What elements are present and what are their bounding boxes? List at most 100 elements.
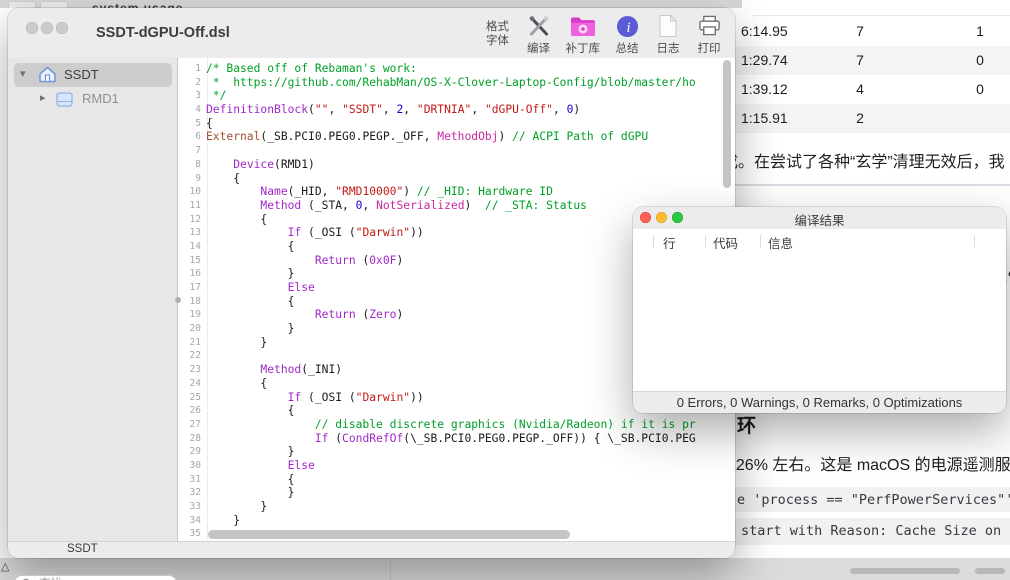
line-number: 16 bbox=[179, 267, 206, 281]
section-divider bbox=[724, 184, 1010, 186]
line-number: 21 bbox=[179, 336, 206, 350]
results-table-header: 行 代码 信息 bbox=[633, 229, 1006, 254]
sidebar-item-rmd1[interactable]: ▸ RMD1 bbox=[14, 87, 172, 111]
table-cell: 1 bbox=[970, 23, 990, 39]
chevron-right-icon[interactable]: ▸ bbox=[40, 91, 46, 104]
compile-button[interactable]: 编译 bbox=[525, 13, 553, 56]
patch-library-button[interactable]: 补丁库 bbox=[566, 13, 601, 56]
results-summary: 0 Errors, 0 Warnings, 0 Remarks, 0 Optim… bbox=[677, 395, 963, 410]
zoom-button[interactable] bbox=[56, 22, 68, 34]
code-line: 33 } bbox=[179, 500, 735, 514]
table-cell: 6:14.95 bbox=[741, 23, 788, 39]
results-status-bar: 0 Errors, 0 Warnings, 0 Remarks, 0 Optim… bbox=[633, 391, 1006, 413]
document-icon bbox=[658, 13, 678, 39]
search-field[interactable] bbox=[14, 575, 177, 580]
code-text: { bbox=[206, 295, 294, 309]
code-text: { bbox=[206, 473, 294, 487]
line-number: 24 bbox=[179, 377, 206, 391]
code-text: Return (Zero) bbox=[206, 308, 403, 322]
line-number: 20 bbox=[179, 322, 206, 336]
close-button[interactable] bbox=[26, 22, 38, 34]
line-number: 10 bbox=[179, 185, 206, 199]
line-number: 30 bbox=[179, 459, 206, 473]
code-text: If (CondRefOf(\_SB.PCI0.PEG0.PEGP._OFF))… bbox=[206, 432, 696, 446]
line-number: 31 bbox=[179, 473, 206, 487]
line-number: 29 bbox=[179, 445, 206, 459]
line-number: 11 bbox=[179, 199, 206, 213]
line-number: 13 bbox=[179, 226, 206, 240]
info-icon: i bbox=[616, 13, 639, 39]
code-line: 6External(_SB.PCI0.PEG0.PEGP._OFF, Metho… bbox=[179, 130, 735, 144]
table-row: 1:39.1240 bbox=[735, 75, 1010, 104]
code-text: Method(_INI) bbox=[206, 363, 342, 377]
code-text: * https://github.com/RehabMan/OS-X-Clove… bbox=[206, 76, 696, 90]
line-number: 15 bbox=[179, 254, 206, 268]
line-number: 22 bbox=[179, 349, 206, 363]
code-line: 9 { bbox=[179, 172, 735, 186]
column-header-info[interactable]: 信息 bbox=[768, 233, 793, 252]
line-number: 18 bbox=[179, 295, 206, 309]
background-heading: 环 bbox=[737, 411, 756, 438]
sidebar-item-ssdt[interactable]: ▾ SSDT bbox=[14, 63, 172, 87]
horizontal-scrollbar[interactable] bbox=[208, 530, 570, 539]
tools-icon bbox=[527, 13, 551, 39]
printer-icon bbox=[698, 13, 721, 39]
device-icon bbox=[56, 92, 73, 112]
code-line: 31 { bbox=[179, 473, 735, 487]
line-number: 12 bbox=[179, 213, 206, 227]
chevron-down-icon[interactable]: ▾ bbox=[20, 67, 26, 80]
vertical-scrollbar[interactable] bbox=[723, 60, 731, 188]
code-text: /* Based off of Rebaman's work: bbox=[206, 62, 417, 76]
table-cell: 1:39.12 bbox=[741, 81, 788, 97]
background-paragraph: 成。在尝试了各种“玄学”清理无效后，我 bbox=[722, 148, 1005, 172]
compile-results-window: 编译结果 行 代码 信息 0 Errors, 0 Warnings, 0 Rem… bbox=[633, 207, 1006, 413]
line-number: 32 bbox=[179, 486, 206, 500]
background-table: 6:14.95711:29.74701:39.12401:15.912 bbox=[735, 17, 1010, 133]
print-button[interactable]: 打印 bbox=[695, 13, 723, 56]
table-row: 1:29.7470 bbox=[735, 46, 1010, 75]
code-text: } bbox=[206, 336, 267, 350]
code-text: Method (_STA, 0, NotSerialized) // _STA:… bbox=[206, 199, 587, 213]
line-number: 2 bbox=[179, 76, 206, 90]
column-header-code[interactable]: 代码 bbox=[713, 233, 738, 252]
line-number: 7 bbox=[179, 144, 206, 158]
screen: system usage 6:14.95711:29.74701:39.1240… bbox=[0, 0, 1010, 580]
summary-button[interactable]: i 总结 bbox=[613, 13, 641, 56]
line-number: 8 bbox=[179, 158, 206, 172]
clipped-glyph-fragment: △ bbox=[1, 560, 9, 573]
background-paragraph: 126% 左右。这是 macOS 的电源遥测服 bbox=[727, 451, 1010, 475]
table-cell: 1:15.91 bbox=[741, 110, 788, 126]
line-number: 27 bbox=[179, 418, 206, 432]
table-cell: 0 bbox=[970, 52, 990, 68]
line-number: 9 bbox=[179, 172, 206, 186]
code-text: { bbox=[206, 117, 213, 131]
line-number: 25 bbox=[179, 391, 206, 405]
folder-icon bbox=[570, 13, 596, 39]
table-cell: 0 bbox=[970, 81, 990, 97]
toolbar: 格式 字体 编译 bbox=[484, 13, 724, 55]
minimize-button[interactable] bbox=[41, 22, 53, 34]
table-cell: 7 bbox=[850, 52, 870, 68]
column-separator bbox=[974, 235, 975, 248]
table-cell: 7 bbox=[850, 23, 870, 39]
code-text: { bbox=[206, 240, 294, 254]
code-snippet-band: e 'process == "PerfPowerServices"' bbox=[720, 487, 1010, 512]
code-text: { bbox=[206, 404, 294, 418]
splitter-handle[interactable] bbox=[175, 297, 181, 303]
code-text: Name(_HID, "RMD10000") // _HID: Hardware… bbox=[206, 185, 553, 199]
code-text: } bbox=[206, 445, 294, 459]
title-bar: 编译结果 bbox=[633, 207, 1006, 230]
line-number: 23 bbox=[179, 363, 206, 377]
table-row: 6:14.95 7 1 bbox=[735, 17, 1010, 46]
background-button-fragment bbox=[40, 1, 68, 8]
column-header-line[interactable]: 行 bbox=[663, 233, 676, 252]
code-line: 3 */ bbox=[179, 89, 735, 103]
format-font-button[interactable]: 格式 字体 bbox=[484, 13, 512, 48]
code-text: } bbox=[206, 322, 294, 336]
sidebar-item-label: SSDT bbox=[64, 67, 99, 82]
column-separator bbox=[705, 235, 706, 248]
log-button[interactable]: 日志 bbox=[654, 13, 682, 56]
window-title: 编译结果 bbox=[633, 210, 1006, 229]
code-snippet-band: start with Reason: Cache Size on bbox=[720, 518, 1010, 545]
line-number: 4 bbox=[179, 103, 206, 117]
